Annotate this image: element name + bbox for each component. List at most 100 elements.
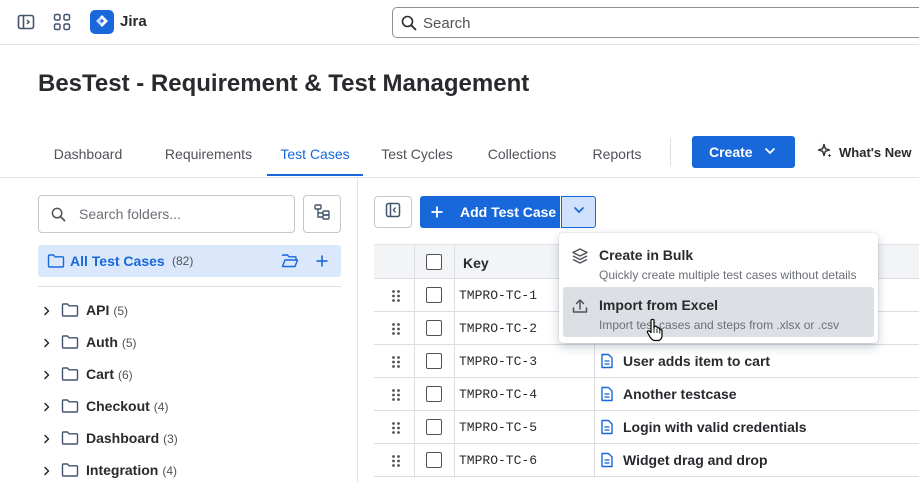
- tab-reports[interactable]: Reports: [581, 132, 653, 176]
- table-row[interactable]: TMPRO-TC-3 User adds item to cart: [374, 345, 919, 378]
- add-test-case-button[interactable]: Add Test Case: [420, 196, 560, 228]
- create-button[interactable]: Create: [692, 136, 795, 168]
- row-checkbox[interactable]: [426, 419, 442, 435]
- tab-collections[interactable]: Collections: [476, 132, 568, 176]
- whats-new-button[interactable]: What's New: [817, 143, 911, 162]
- drag-handle-icon[interactable]: [391, 454, 401, 473]
- folder-icon: [61, 398, 79, 419]
- global-search[interactable]: [392, 7, 919, 38]
- row-checkbox[interactable]: [426, 386, 442, 402]
- test-case-summary[interactable]: Another testcase: [623, 386, 737, 402]
- chevron-right-icon[interactable]: [41, 304, 53, 322]
- test-case-summary[interactable]: Widget drag and drop: [623, 452, 768, 468]
- menu-item-create-in-bulk[interactable]: Create in Bulk Quickly create multiple t…: [563, 237, 874, 287]
- chevron-right-icon[interactable]: [41, 432, 53, 450]
- folder-item-checkout[interactable]: Checkout (4): [38, 392, 338, 420]
- test-case-key[interactable]: TMPRO-TC-6: [459, 453, 537, 468]
- chevron-right-icon[interactable]: [41, 464, 53, 482]
- folder-icon: [47, 253, 65, 274]
- document-icon: [600, 452, 614, 473]
- tab-test-cycles[interactable]: Test Cycles: [369, 132, 465, 176]
- chevron-right-icon[interactable]: [41, 368, 53, 386]
- add-folder-icon[interactable]: [314, 253, 330, 274]
- menu-item-import-from-excel[interactable]: Import from Excel Import test cases and …: [563, 287, 874, 337]
- tab-requirements[interactable]: Requirements: [148, 132, 269, 176]
- chevron-down-icon: [572, 203, 586, 222]
- column-header-key[interactable]: Key: [463, 255, 489, 271]
- drag-handle-icon[interactable]: [391, 355, 401, 374]
- plus-icon: [430, 205, 444, 222]
- folder-search-input[interactable]: [79, 204, 284, 224]
- hierarchy-icon: [313, 203, 331, 226]
- document-icon: [600, 419, 614, 440]
- folder-item-dashboard[interactable]: Dashboard (3): [38, 424, 338, 452]
- test-case-key[interactable]: TMPRO-TC-1: [459, 288, 537, 303]
- all-test-cases-count: (82): [172, 254, 194, 268]
- column-divider: [454, 244, 455, 478]
- search-icon: [401, 15, 417, 36]
- drag-handle-icon[interactable]: [391, 388, 401, 407]
- test-case-key[interactable]: TMPRO-TC-4: [459, 387, 537, 402]
- tabs-baseline: [0, 177, 919, 178]
- table-row[interactable]: TMPRO-TC-4 Another testcase: [374, 378, 919, 411]
- row-checkbox[interactable]: [426, 353, 442, 369]
- document-icon: [600, 386, 614, 407]
- test-case-key[interactable]: TMPRO-TC-5: [459, 420, 537, 435]
- folder-label: Dashboard: [86, 430, 160, 446]
- top-navigation-bar: Jira: [0, 0, 919, 45]
- test-case-key[interactable]: TMPRO-TC-3: [459, 354, 537, 369]
- test-case-key[interactable]: TMPRO-TC-2: [459, 321, 537, 336]
- folder-item-auth[interactable]: Auth (5): [38, 328, 338, 356]
- pointer-cursor-icon: [646, 318, 664, 347]
- folder-icon: [61, 366, 79, 387]
- app-name[interactable]: Jira: [120, 13, 147, 30]
- folder-item-api[interactable]: API (5): [38, 296, 338, 324]
- folder-open-icon[interactable]: [281, 253, 299, 274]
- jira-logo-icon[interactable]: [90, 10, 114, 34]
- folder-item-integration[interactable]: Integration (4): [38, 456, 338, 482]
- drag-handle-icon[interactable]: [391, 421, 401, 440]
- sparkle-icon: [817, 143, 833, 162]
- test-case-summary[interactable]: Login with valid credentials: [623, 419, 807, 435]
- folder-label: API: [86, 302, 110, 318]
- folder-name: Cart (6): [86, 366, 133, 382]
- folder-item-cart[interactable]: Cart (6): [38, 360, 338, 388]
- test-case-summary[interactable]: User adds item to cart: [623, 353, 770, 369]
- app-switcher-icon[interactable]: [52, 12, 72, 32]
- panel-resize-divider[interactable]: [357, 178, 358, 482]
- global-search-input[interactable]: [423, 12, 903, 34]
- folder-label: Checkout: [86, 398, 150, 414]
- drag-handle-icon[interactable]: [391, 289, 401, 308]
- row-checkbox[interactable]: [426, 320, 442, 336]
- table-row[interactable]: TMPRO-TC-5 Login with valid credentials: [374, 411, 919, 444]
- tab-test-cases[interactable]: Test Cases: [267, 132, 363, 176]
- tab-dashboard[interactable]: Dashboard: [36, 132, 140, 176]
- folder-name: Auth (5): [86, 334, 137, 350]
- table-row[interactable]: TMPRO-TC-6 Widget drag and drop: [374, 444, 919, 477]
- folder-label: Cart: [86, 366, 115, 382]
- tree-view-button[interactable]: [303, 195, 341, 233]
- folder-icon: [61, 462, 79, 482]
- search-icon: [51, 207, 66, 227]
- row-checkbox[interactable]: [426, 452, 442, 468]
- folder-count: (6): [118, 368, 133, 382]
- chevron-right-icon[interactable]: [41, 336, 53, 354]
- folder-label: Auth: [86, 334, 118, 350]
- folder-label: Integration: [86, 462, 159, 478]
- chevron-right-icon[interactable]: [41, 400, 53, 418]
- document-icon: [600, 353, 614, 374]
- drag-handle-icon[interactable]: [391, 322, 401, 341]
- folder-count: (4): [162, 464, 178, 478]
- row-checkbox[interactable]: [426, 287, 442, 303]
- create-button-label: Create: [709, 144, 753, 160]
- chevron-down-icon: [763, 144, 777, 161]
- add-test-case-dropdown-button[interactable]: [561, 196, 596, 228]
- select-all-checkbox[interactable]: [426, 254, 442, 270]
- folder-name: Checkout (4): [86, 398, 168, 414]
- menu-item-description: Quickly create multiple test cases witho…: [599, 268, 857, 282]
- folder-search[interactable]: [38, 195, 295, 233]
- all-test-cases-folder[interactable]: All Test Cases (82): [38, 245, 341, 277]
- folder-count: (4): [153, 400, 169, 414]
- sidebar-toggle-icon[interactable]: [16, 12, 36, 32]
- collapse-panel-button[interactable]: [374, 196, 412, 228]
